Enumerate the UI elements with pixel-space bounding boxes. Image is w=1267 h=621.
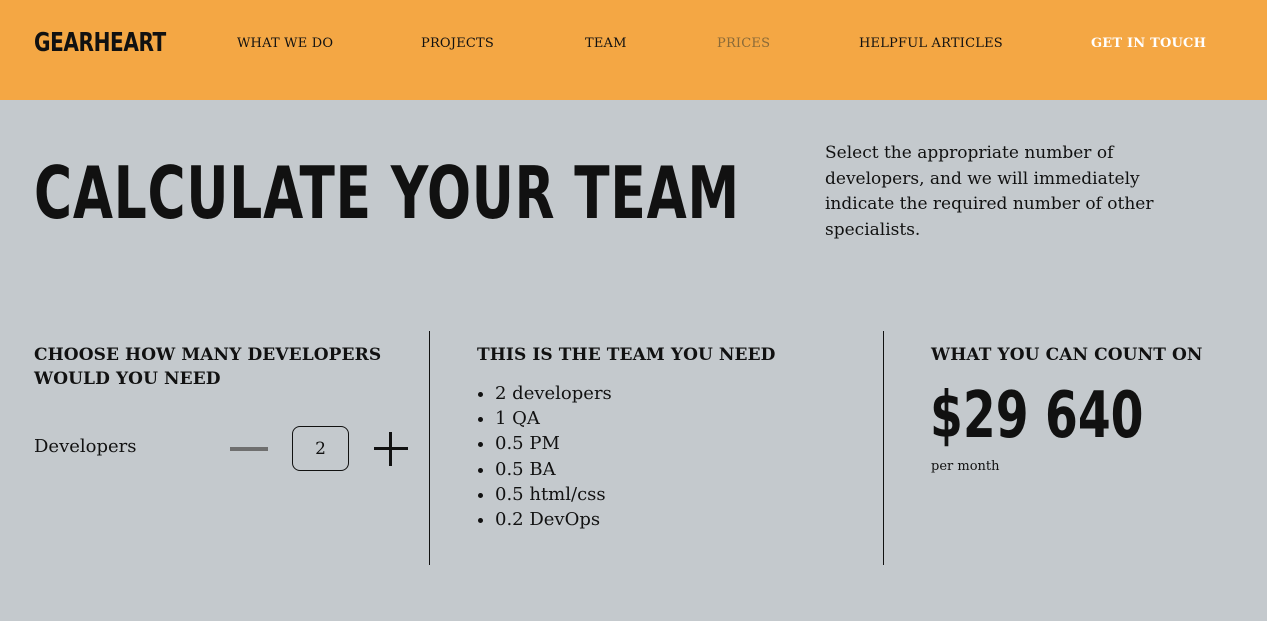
nav-team[interactable]: TEAM [585,36,627,51]
team-heading: THIS IS THE TEAM YOU NEED [477,345,776,365]
team-list-item: 1 QA [495,406,612,431]
nav-prices[interactable]: PRICES [717,36,770,51]
team-list-item: 0.5 html/css [495,482,612,507]
developers-count-value: 2 [315,438,326,459]
decrement-button[interactable] [228,440,270,458]
nav-projects[interactable]: PROJECTS [421,36,494,51]
increment-button[interactable] [372,430,410,468]
team-list-item: 0.2 DevOps [495,507,612,532]
developers-count-input[interactable]: 2 [292,426,349,471]
team-list-item: 0.5 PM [495,431,612,456]
developers-label: Developers [34,436,137,457]
price-period: per month [931,459,1000,474]
price-value: $29 640 [930,379,1144,453]
team-list: 2 developers 1 QA 0.5 PM 0.5 BA 0.5 html… [477,381,612,532]
team-list-item: 0.5 BA [495,457,612,482]
hero-description: Select the appropriate number of develop… [825,143,1154,240]
column-divider [883,331,884,565]
count-on-heading: WHAT YOU CAN COUNT ON [931,345,1203,365]
page-title: CALCULATE YOUR TEAM [34,151,740,235]
choose-developers-heading: CHOOSE HOW MANY DEVELOPERS WOULD YOU NEE… [34,345,382,389]
logo[interactable]: GEARHEART [34,28,166,58]
nav-what-we-do[interactable]: WHAT WE DO [237,36,333,51]
team-list-item: 2 developers [495,381,612,406]
site-header: GEARHEART WHAT WE DO PROJECTS TEAM PRICE… [0,0,1267,100]
column-divider [429,331,430,565]
get-in-touch-link[interactable]: GET IN TOUCH [1091,36,1206,51]
nav-helpful-articles[interactable]: HELPFUL ARTICLES [859,36,1003,51]
